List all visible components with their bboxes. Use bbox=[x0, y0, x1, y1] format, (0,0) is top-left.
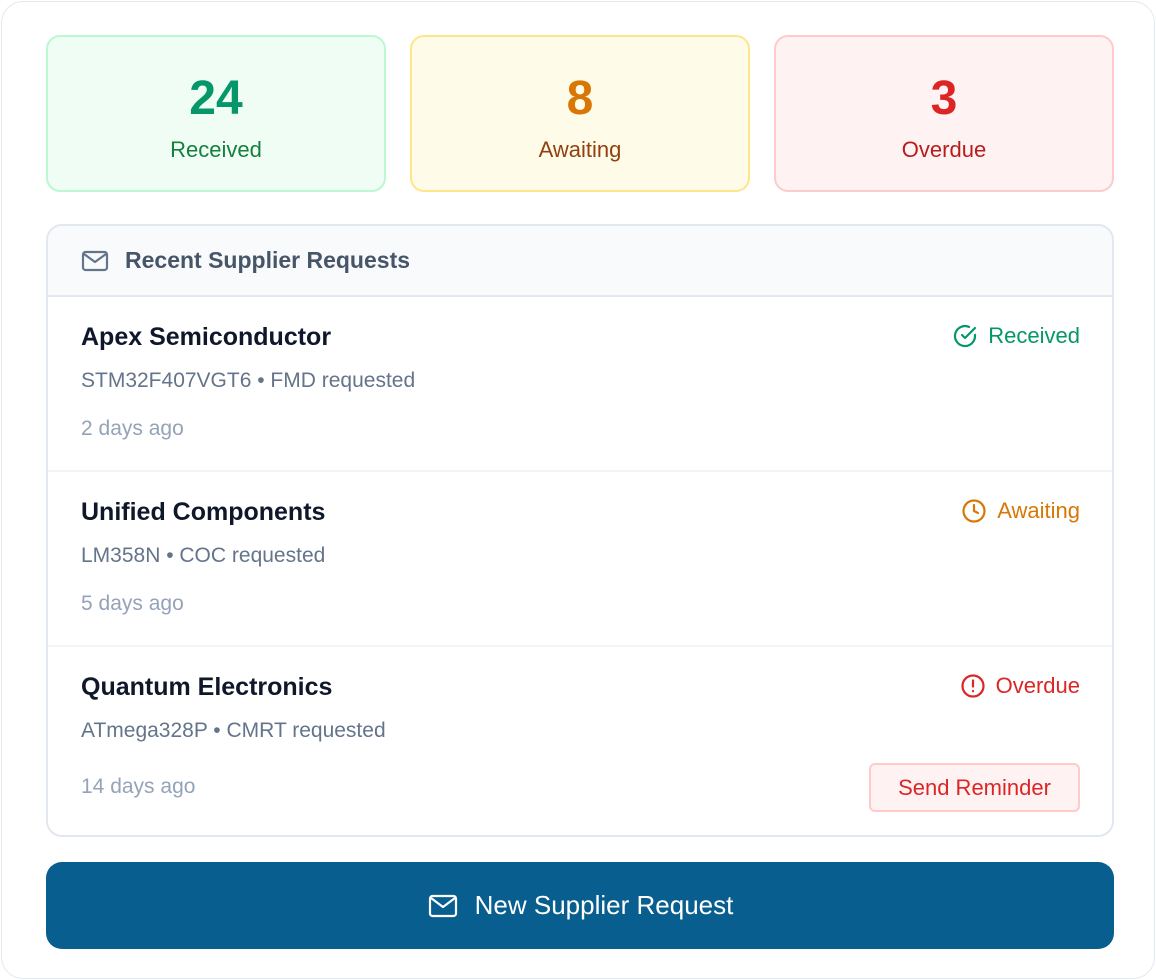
request-detail: ATmega328P • CMRT requested bbox=[81, 719, 386, 742]
request-row[interactable]: Unified Components LM358N • COC requeste… bbox=[48, 472, 1112, 647]
request-time: 14 days ago bbox=[81, 775, 196, 798]
button-label: New Supplier Request bbox=[474, 890, 734, 920]
panel-title: Recent Supplier Requests bbox=[125, 247, 411, 273]
request-detail: STM32F407VGT6 • FMD requested bbox=[81, 369, 416, 392]
stat-value: 3 bbox=[930, 72, 958, 125]
panel-header: Recent Supplier Requests bbox=[48, 226, 1112, 297]
status-badge: Overdue bbox=[960, 673, 1080, 699]
mail-icon bbox=[427, 894, 459, 918]
request-time: 5 days ago bbox=[81, 592, 184, 615]
supplier-name: Unified Components bbox=[81, 498, 326, 526]
request-row[interactable]: Apex Semiconductor STM32F407VGT6 • FMD r… bbox=[48, 297, 1112, 472]
new-supplier-request-button[interactable]: New Supplier Request bbox=[46, 862, 1114, 949]
stat-card-received[interactable]: 24 Received bbox=[46, 35, 386, 192]
mail-icon bbox=[81, 249, 109, 273]
supplier-requests-widget: 24 Received 8 Awaiting 3 Overdue Recent … bbox=[1, 1, 1155, 979]
request-time: 2 days ago bbox=[81, 417, 184, 440]
status-label: Overdue bbox=[995, 673, 1080, 698]
check-circle-icon bbox=[952, 323, 978, 349]
status-badge: Awaiting bbox=[961, 498, 1080, 524]
supplier-name: Quantum Electronics bbox=[81, 673, 333, 701]
request-row[interactable]: Quantum Electronics ATmega328P • CMRT re… bbox=[48, 647, 1112, 835]
stat-card-overdue[interactable]: 3 Overdue bbox=[774, 35, 1114, 192]
alert-circle-icon bbox=[960, 673, 986, 699]
status-badge: Received bbox=[952, 323, 1080, 349]
stat-card-awaiting[interactable]: 8 Awaiting bbox=[410, 35, 750, 192]
clock-icon bbox=[961, 498, 987, 524]
stat-label: Awaiting bbox=[538, 137, 622, 162]
request-detail: LM358N • COC requested bbox=[81, 544, 326, 567]
status-label: Received bbox=[988, 323, 1080, 348]
stat-value: 24 bbox=[189, 72, 243, 125]
recent-requests-panel: Recent Supplier Requests Apex Semiconduc… bbox=[46, 224, 1114, 837]
stat-label: Overdue bbox=[901, 137, 987, 162]
stat-value: 8 bbox=[566, 72, 594, 125]
stats-row: 24 Received 8 Awaiting 3 Overdue bbox=[46, 35, 1114, 192]
status-label: Awaiting bbox=[997, 498, 1080, 523]
supplier-name: Apex Semiconductor bbox=[81, 323, 332, 351]
send-reminder-button[interactable]: Send Reminder bbox=[869, 763, 1080, 812]
stat-label: Received bbox=[170, 137, 262, 162]
